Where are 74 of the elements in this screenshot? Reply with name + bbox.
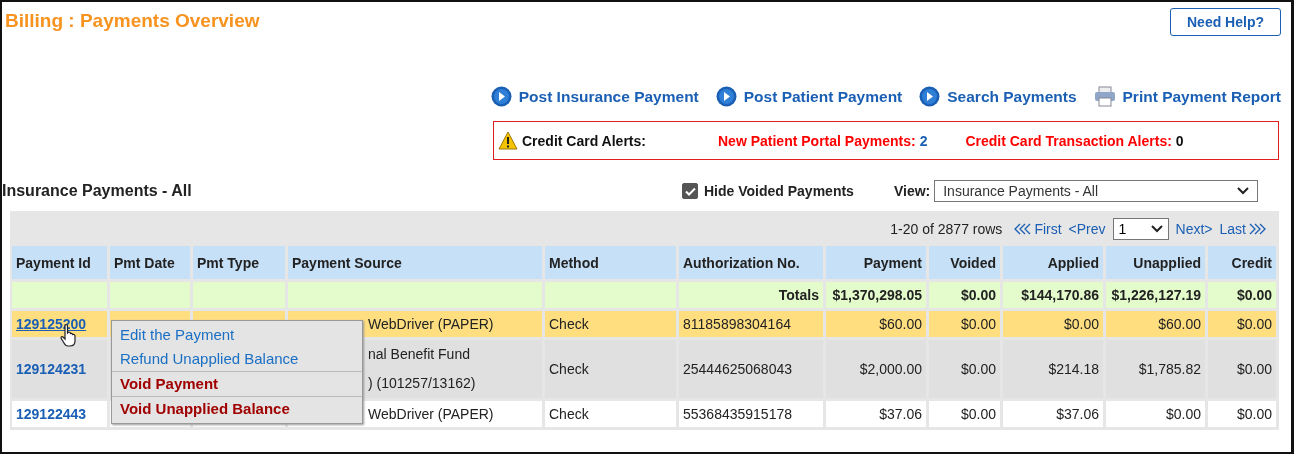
totals-cell: $0.00	[1208, 282, 1276, 308]
table-cell: $0.00	[1106, 401, 1205, 427]
table-cell: $37.06	[826, 401, 926, 427]
table-cell: $0.00	[929, 401, 1000, 427]
column-header[interactable]: Credit	[1208, 246, 1276, 279]
table-cell: Check	[545, 340, 676, 398]
column-header[interactable]: Unapplied	[1106, 246, 1205, 279]
checkbox[interactable]	[682, 183, 698, 199]
column-header[interactable]: Authorization No.	[679, 246, 823, 279]
alert-label: New Patient Portal Payments:	[718, 132, 916, 149]
view-select[interactable]: Insurance Payments - All	[934, 180, 1259, 202]
help-button[interactable]: Need Help?	[1170, 8, 1281, 36]
alert-count: 0	[1175, 132, 1184, 149]
menu-item[interactable]: Void Unapplied Balance	[112, 396, 362, 421]
page-title: Billing : Payments Overview	[5, 10, 260, 32]
table-cell: $60.00	[826, 311, 926, 337]
warning-icon	[498, 131, 518, 150]
table-cell: $1,785.82	[1106, 340, 1205, 398]
table-cell: $0.00	[929, 311, 1000, 337]
page-select[interactable]: 1	[1112, 218, 1169, 240]
table-cell: $0.00	[1003, 311, 1103, 337]
checkbox-label: Hide Voided Payments	[704, 183, 854, 199]
caret-icon	[1237, 187, 1250, 195]
table-cell: Check	[545, 311, 676, 337]
totals-cell: $1,226,127.19	[1106, 282, 1205, 308]
table-cell: $2,000.00	[826, 340, 926, 398]
table-cell: 25444625068043	[679, 340, 823, 398]
action-link[interactable]: Print Payment Report	[1093, 86, 1281, 107]
table-cell: $0.00	[1208, 401, 1276, 427]
action-link[interactable]: Post Insurance Payment	[490, 86, 699, 107]
column-header[interactable]: Payment	[826, 246, 926, 279]
alert-count-link[interactable]: 2	[919, 132, 928, 149]
menu-item[interactable]: Void Payment	[112, 371, 362, 396]
prev-link[interactable]: <Prev	[1068, 221, 1106, 237]
column-header[interactable]: Voided	[929, 246, 1000, 279]
double-chevron-icon	[1013, 223, 1032, 235]
column-header[interactable]: Method	[545, 246, 676, 279]
table-cell: $0.00	[1208, 340, 1276, 398]
table-cell: $0.00	[1208, 311, 1276, 337]
column-header[interactable]: Payment Source	[288, 246, 542, 279]
row-count: 1-20 of 2877 rows	[890, 221, 1003, 237]
table-cell: $0.00	[929, 340, 1000, 398]
section-title: Insurance Payments - All	[2, 182, 193, 200]
payment-id-link[interactable]: 129122443	[16, 406, 87, 422]
totals-cell: $1,370,298.05	[826, 282, 926, 308]
view-label: View:	[893, 183, 931, 199]
table-cell: 81185898304164	[679, 311, 823, 337]
totals-cell: $0.00	[929, 282, 1000, 308]
play-icon	[919, 86, 941, 107]
double-chevron-icon	[1249, 223, 1267, 235]
last-link[interactable]: Last	[1219, 221, 1267, 237]
table-cell: $214.18	[1003, 340, 1103, 398]
alert-label: Credit Card Transaction Alerts:	[965, 132, 1172, 149]
table-cell: Check	[545, 401, 676, 427]
column-header[interactable]: Pmt Type	[193, 246, 285, 279]
payment-id-link[interactable]: 129125200	[16, 316, 87, 332]
totals-cell: $144,170.86	[1003, 282, 1103, 308]
action-link[interactable]: Search Payments	[919, 86, 1077, 107]
printer-icon	[1093, 86, 1116, 107]
action-link[interactable]: Post Patient Payment	[715, 86, 903, 107]
next-link[interactable]: Next>	[1175, 221, 1213, 237]
play-icon	[490, 86, 512, 107]
caret-icon	[1150, 225, 1163, 233]
column-header[interactable]: Pmt Date	[110, 246, 190, 279]
column-header[interactable]: Applied	[1003, 246, 1103, 279]
first-link[interactable]: First	[1013, 221, 1062, 237]
totals-label: Totals	[679, 282, 823, 308]
column-header[interactable]: Payment Id	[12, 246, 107, 279]
table-cell: 55368435915178	[679, 401, 823, 427]
alert-title: Credit Card Alerts:	[522, 132, 647, 149]
play-icon	[715, 86, 737, 107]
table-cell: $60.00	[1106, 311, 1205, 337]
payment-id-link[interactable]: 129124231	[16, 361, 87, 377]
table-cell: $37.06	[1003, 401, 1103, 427]
